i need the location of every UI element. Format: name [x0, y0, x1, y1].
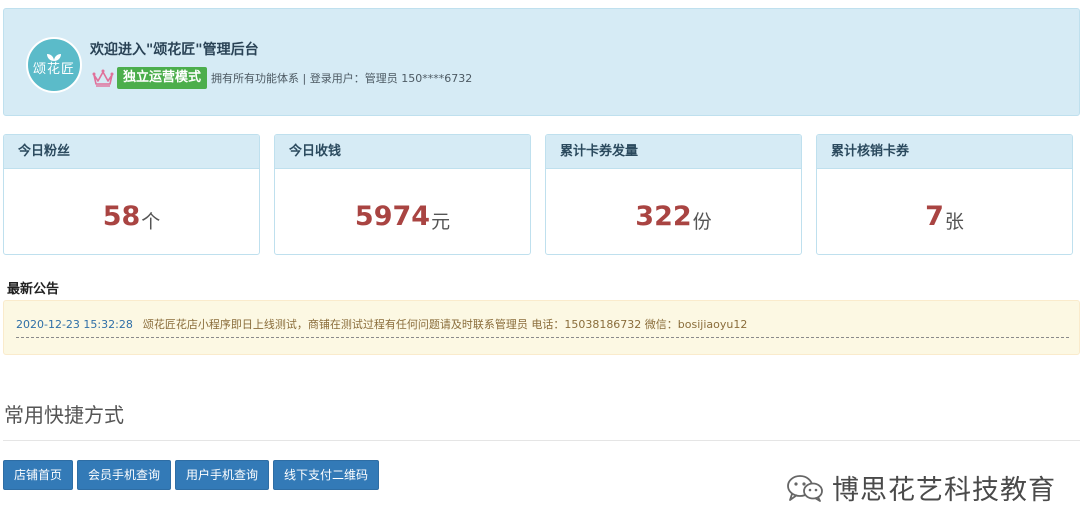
- mode-badge: 独立运营模式: [117, 67, 208, 89]
- notice-text: 颂花匠花店小程序即日上线测试，商铺在测试过程有任何问题请及时联系管理员 电话：1…: [142, 318, 748, 331]
- stat-card-unit: 张: [944, 210, 964, 233]
- offline-payment-qr-button[interactable]: 线下支付二维码: [273, 460, 380, 490]
- stat-card-income: 今日收钱 5974 元: [274, 134, 531, 255]
- stat-card-label: 今日收钱: [275, 135, 530, 169]
- login-user-info: 拥有所有功能体系 | 登录用户：管理员 150****6732: [211, 72, 473, 85]
- user-phone-search-button[interactable]: 用户手机查询: [175, 460, 270, 490]
- stat-card-label: 累计核销卡券: [817, 135, 1072, 169]
- account-info-row: 独立运营模式 拥有所有功能体系 | 登录用户：管理员 150****6732: [92, 67, 472, 89]
- crown-icon: [92, 69, 114, 87]
- stat-card-coupons-issued: 累计卡券发量 322 份: [545, 134, 802, 255]
- notice-item[interactable]: 2020-12-23 15:32:28 颂花匠花店小程序即日上线测试，商铺在测试过…: [16, 316, 1069, 338]
- leaf-icon: [47, 54, 61, 61]
- notice-time: 2020-12-23 15:32:28: [16, 318, 133, 331]
- member-phone-search-button[interactable]: 会员手机查询: [77, 460, 172, 490]
- stat-card-label: 累计卡券发量: [546, 135, 801, 169]
- shortcuts-title: 常用快捷方式: [4, 403, 124, 427]
- stat-card-value: 5974: [354, 200, 431, 232]
- notice-title: 最新公告: [7, 282, 60, 297]
- welcome-title: 欢迎进入"颂花匠"管理后台: [90, 42, 259, 58]
- stat-card-fans: 今日粉丝 58 个: [3, 134, 260, 255]
- stat-card-value: 7: [925, 200, 944, 232]
- watermark-text: 博思花艺科技教育: [832, 475, 1056, 506]
- stat-card-coupons-redeemed: 累计核销卡券 7 张: [816, 134, 1073, 255]
- flower-logo-icon: 颂花匠: [26, 37, 82, 93]
- stat-card-unit: 元: [431, 210, 451, 233]
- divider: [3, 440, 1080, 441]
- notice-box: 2020-12-23 15:32:28 颂花匠花店小程序即日上线测试，商铺在测试过…: [3, 300, 1080, 355]
- welcome-header: 颂花匠 欢迎进入"颂花匠"管理后台 独立运营模式 拥有所有功能体系 | 登录用户…: [3, 8, 1080, 116]
- wechat-icon: [787, 474, 823, 502]
- stat-card-value: 58: [102, 200, 141, 232]
- stat-card-unit: 份: [692, 210, 712, 233]
- stat-card-unit: 个: [141, 210, 161, 233]
- stat-card-value: 322: [635, 200, 692, 232]
- logo-text: 颂花匠: [32, 62, 75, 77]
- watermark: 博思花艺科技教育: [786, 468, 1056, 507]
- stat-card-label: 今日粉丝: [4, 135, 259, 169]
- shop-home-button[interactable]: 店铺首页: [3, 460, 74, 490]
- shortcut-buttons: 店铺首页 会员手机查询 用户手机查询 线下支付二维码: [3, 460, 380, 490]
